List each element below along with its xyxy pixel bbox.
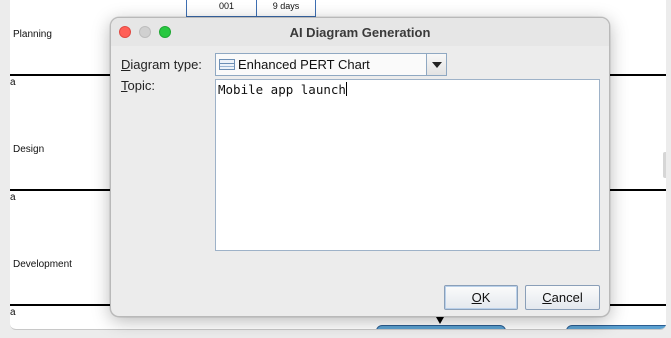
diagram-type-value-area[interactable]: Enhanced PERT Chart	[216, 54, 426, 75]
diagram-type-label-text: iagram type:	[130, 57, 202, 72]
diagram-type-select[interactable]: Enhanced PERT Chart	[215, 53, 447, 76]
ok-mnemonic: O	[471, 290, 482, 305]
dialog-title: AI Diagram Generation	[289, 25, 431, 40]
pert-node[interactable]	[566, 325, 666, 329]
cancel-button[interactable]: Cancel	[525, 285, 600, 310]
task-duration-text: 9 days	[272, 1, 300, 11]
pert-node[interactable]	[376, 325, 506, 329]
cancel-label: ancel	[551, 290, 583, 305]
lane-marker: a	[10, 192, 16, 203]
text-caret	[345, 82, 347, 96]
task-id-cell: 001	[186, 0, 266, 17]
topic-textarea[interactable]: Mobile app launch	[215, 79, 600, 251]
chart-table-icon	[219, 59, 235, 70]
scroll-handle[interactable]	[663, 152, 666, 178]
ai-diagram-dialog: AI Diagram Generation Diagram type: Enha…	[110, 17, 610, 317]
chevron-down-icon[interactable]	[426, 54, 446, 75]
diagram-type-label: Diagram type:	[121, 57, 202, 72]
lane-marker: a	[10, 307, 16, 318]
task-duration-cell: 9 days	[256, 0, 316, 17]
lane-label-planning: Planning	[13, 29, 52, 40]
arrow-head-icon	[436, 317, 444, 324]
task-id-text: 001	[218, 1, 235, 11]
cancel-mnemonic: C	[542, 290, 552, 305]
diagram-type-mnemonic: D	[121, 57, 131, 72]
ok-label: K	[481, 290, 491, 305]
lane-marker: a	[10, 77, 16, 88]
topic-value: Mobile app launch	[218, 82, 346, 97]
topic-label: Topic:	[121, 78, 155, 93]
diagram-type-value: Enhanced PERT Chart	[238, 57, 370, 72]
ok-button[interactable]: OK	[444, 285, 518, 310]
lane-label-design: Design	[13, 144, 45, 155]
lane-label-development: Development	[13, 259, 72, 270]
dialog-titlebar[interactable]: AI Diagram Generation	[111, 18, 609, 46]
topic-label-text: opic:	[127, 78, 155, 93]
